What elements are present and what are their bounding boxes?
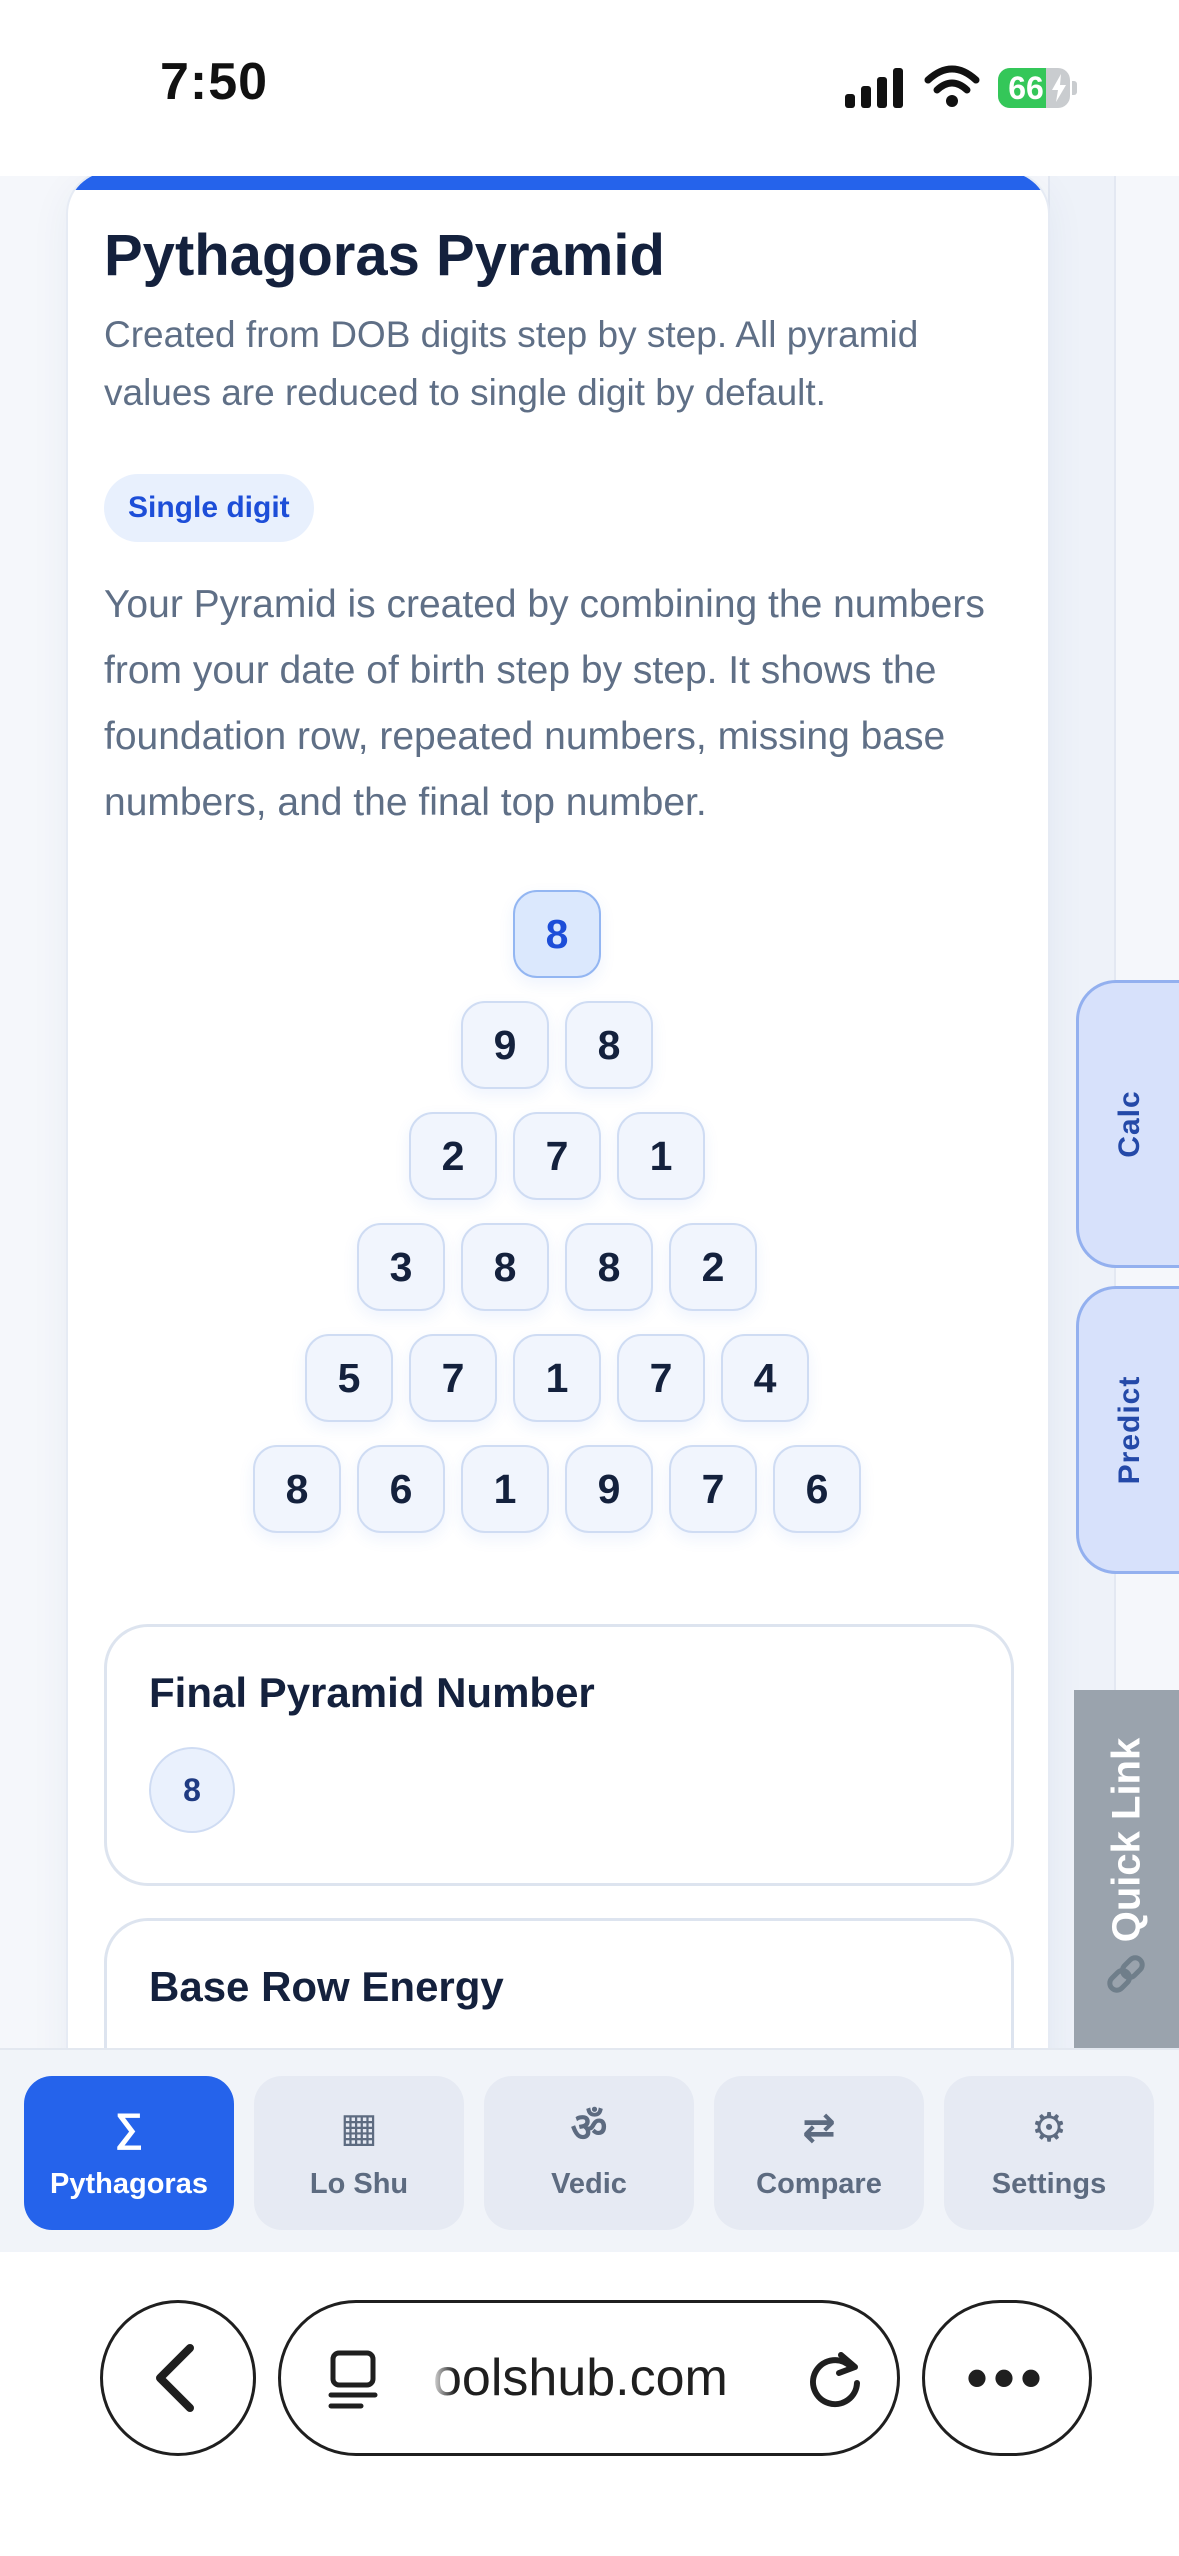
base-row-title: Base Row Energy — [149, 1963, 504, 2010]
signal-icon — [845, 68, 903, 108]
pyramid-cell: 7 — [617, 1334, 705, 1422]
nav-settings[interactable]: ⚙ Settings — [944, 2076, 1154, 2230]
link-icon — [1107, 1955, 1145, 1993]
charging-bolt-icon — [1052, 74, 1066, 102]
nav-lo-shu[interactable]: ▦ Lo Shu — [254, 2076, 464, 2230]
nav-label-compare: Compare — [756, 2168, 882, 2200]
sigma-icon: ∑ — [114, 2106, 144, 2150]
pyramid-cell: 7 — [409, 1334, 497, 1422]
more-options-button[interactable]: ••• — [922, 2300, 1092, 2456]
pyramid-cell: 7 — [513, 1112, 601, 1200]
nav-pythagoras[interactable]: ∑ Pythagoras — [24, 2076, 234, 2230]
nav-label-vedic: Vedic — [551, 2168, 627, 2200]
pyramid-top-cell: 8 — [513, 890, 601, 978]
page-content[interactable]: Pythagoras Pyramid Created from DOB digi… — [0, 176, 1179, 2048]
status-time: 7:50 — [160, 53, 269, 111]
predict-side-tab-label: Predict — [1112, 1375, 1146, 1485]
pyramid-card: Pythagoras Pyramid Created from DOB digi… — [66, 176, 1050, 2048]
pyramid-cell: 8 — [461, 1223, 549, 1311]
tabs-icon[interactable] — [327, 2349, 383, 2411]
single-digit-pill[interactable]: Single digit — [104, 474, 314, 542]
pyramid-cell: 8 — [565, 1223, 653, 1311]
pyramid-cell: 8 — [565, 1001, 653, 1089]
nav-vedic[interactable]: ॐ Vedic — [484, 2076, 694, 2230]
nav-label-settings: Settings — [991, 2168, 1107, 2200]
pyramid-cell: 8 — [253, 1445, 341, 1533]
more-dots-icon: ••• — [966, 2344, 1048, 2411]
pyramid-cell: 6 — [773, 1445, 861, 1533]
om-icon: ॐ — [570, 2106, 608, 2150]
pyramid-cell: 3 — [357, 1223, 445, 1311]
nav-label-pythagoras: Pythagoras — [50, 2168, 208, 2200]
pyramid-cell: 5 — [305, 1334, 393, 1422]
pyramid-cell: 9 — [565, 1445, 653, 1533]
pyramid-cell: 4 — [721, 1334, 809, 1422]
pyramid-cell: 2 — [409, 1112, 497, 1200]
final-pyramid-box: Final Pyramid Number 8 — [104, 1624, 1014, 1886]
swap-arrows-icon: ⇄ — [802, 2106, 836, 2150]
chevron-left-icon — [156, 2344, 194, 2412]
final-pyramid-value: 8 — [149, 1747, 235, 1833]
nav-label-lo-shu: Lo Shu — [309, 2168, 409, 2200]
pyramid-cell: 6 — [357, 1445, 445, 1533]
final-pyramid-title: Final Pyramid Number — [149, 1669, 595, 1716]
card-accent-bar — [68, 176, 1048, 190]
browser-toolbar: oolshub.com ••• — [0, 2252, 1179, 2556]
address-bar[interactable]: oolshub.com — [278, 2300, 900, 2456]
back-button[interactable] — [100, 2300, 256, 2456]
card-description: Your Pyramid is created by combining the… — [104, 583, 985, 824]
quick-link-tab[interactable]: Quick Link — [1074, 1690, 1179, 2048]
card-title: Pythagoras Pyramid — [104, 223, 665, 288]
calc-side-tab[interactable]: Calc — [1076, 980, 1179, 1268]
pyramid-cell: 2 — [669, 1223, 757, 1311]
grid-icon: ▦ — [340, 2106, 378, 2150]
pyramid-cell: 9 — [461, 1001, 549, 1089]
pyramid-cell: 1 — [617, 1112, 705, 1200]
battery-percent: 66 — [1008, 70, 1044, 106]
pyramid-grid: 898271388257174861976 — [68, 890, 1048, 1550]
gear-icon: ⚙ — [1031, 2106, 1067, 2150]
status-bar: 7:50 66 — [0, 0, 1179, 176]
calc-side-tab-label: Calc — [1112, 1090, 1146, 1158]
battery-indicator: 66 — [998, 68, 1078, 108]
pyramid-cell: 1 — [513, 1334, 601, 1422]
pyramid-cell: 1 — [461, 1445, 549, 1533]
card-subtitle: Created from DOB digits step by step. Al… — [104, 314, 919, 413]
quick-link-label: Quick Link — [1104, 1737, 1148, 1943]
url-text: oolshub.com — [433, 2349, 728, 2407]
pyramid-cell: 7 — [669, 1445, 757, 1533]
reload-icon[interactable] — [803, 2347, 867, 2411]
base-row-box: Base Row Energy — [104, 1918, 1014, 2048]
predict-side-tab[interactable]: Predict — [1076, 1286, 1179, 1574]
wifi-icon — [924, 65, 980, 107]
bottom-nav: ∑ Pythagoras ▦ Lo Shu ॐ Vedic ⇄ Compare … — [0, 2048, 1179, 2252]
nav-compare[interactable]: ⇄ Compare — [714, 2076, 924, 2230]
